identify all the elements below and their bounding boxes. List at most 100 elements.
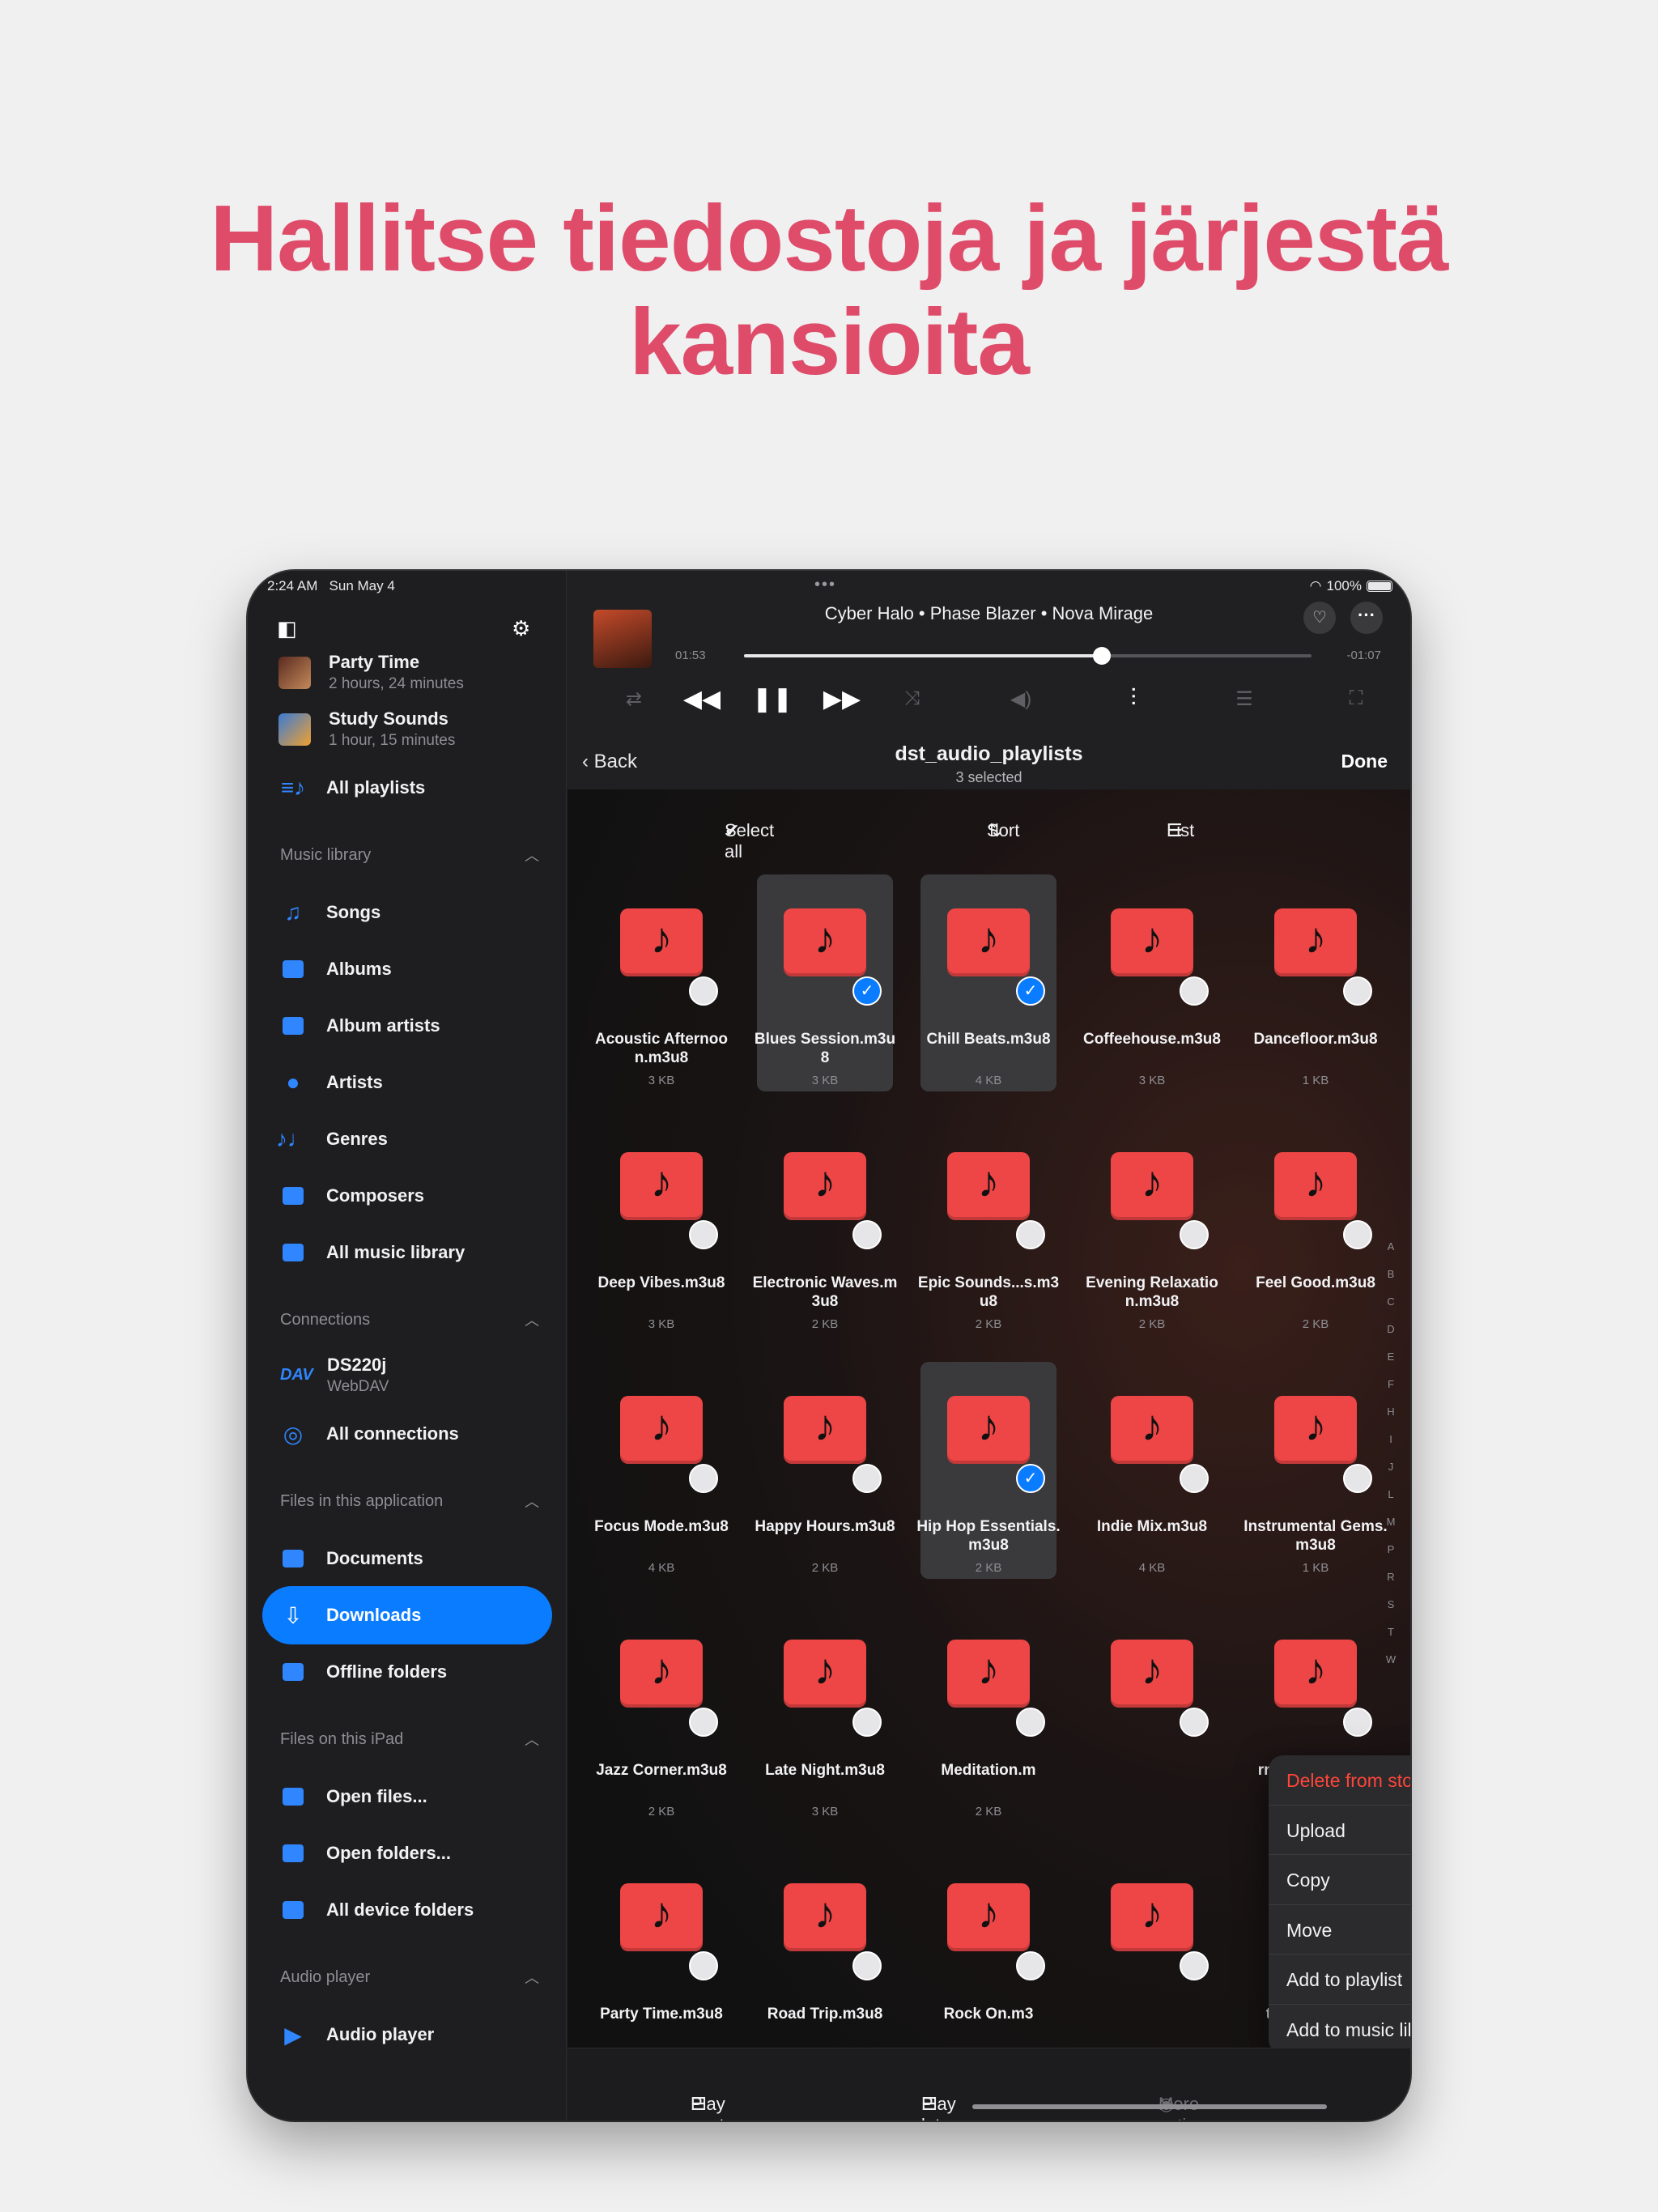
selection-circle[interactable] (1016, 1951, 1045, 1980)
section-audio-player[interactable]: Audio player ︿ (280, 1968, 539, 1987)
sidebar-item-downloads[interactable]: ⇩ Downloads (262, 1586, 552, 1644)
sidebar-item-audio-player[interactable]: ▶ Audio player (248, 2010, 567, 2059)
index-letter[interactable]: B (1383, 1261, 1399, 1288)
playlist-party-time[interactable]: Party Time 2 hours, 24 minutes (278, 652, 464, 693)
selection-circle[interactable] (852, 1951, 882, 1980)
menu-item-upload[interactable]: Upload⇪ (1269, 1806, 1410, 1855)
index-letter[interactable]: E (1383, 1343, 1399, 1371)
file-tile[interactable]: ♪ Rock On.m3 (920, 1849, 1056, 2066)
sidebar-item-open-folders[interactable]: Open folders... (248, 1829, 567, 1878)
sidebar-item-albums[interactable]: Albums (248, 945, 567, 993)
file-tile[interactable]: ♪ (1084, 1849, 1220, 2066)
file-tile[interactable]: ♪ Meditation.m 2 KB (920, 1606, 1056, 1823)
sidebar-item-offline-folders[interactable]: Offline folders (248, 1648, 567, 1696)
selection-circle[interactable] (852, 1220, 882, 1249)
file-tile[interactable]: ♪ Happy Hours.m3u8 2 KB (755, 1362, 895, 1579)
selection-circle[interactable] (852, 1464, 882, 1493)
index-letter[interactable]: P (1383, 1536, 1399, 1563)
selection-circle[interactable] (1343, 1464, 1372, 1493)
file-tile[interactable]: ♪ Acoustic Afternoon.m3u8 3 KB (593, 874, 729, 1091)
shuffle-icon[interactable]: ⤨ (888, 681, 937, 717)
selection-circle[interactable] (1180, 1464, 1209, 1493)
index-letter[interactable]: W (1383, 1646, 1399, 1674)
file-tile[interactable]: ♪ Deep Vibes.m3u8 3 KB (593, 1118, 729, 1335)
index-letter[interactable]: S (1383, 1591, 1399, 1619)
done-button[interactable]: Done (1341, 751, 1388, 772)
connection-ds220j[interactable]: DAV DS220j WebDAV (280, 1355, 389, 1396)
file-tile[interactable]: ♪ ✓ Hip Hop Essentials.m3u8 2 KB (916, 1362, 1061, 1579)
selection-circle[interactable] (1343, 1708, 1372, 1737)
sidebar-item-album-artists[interactable]: Album artists (248, 1002, 567, 1050)
file-tile[interactable]: ♪ Party Time.m3u8 (593, 1849, 729, 2066)
volume-icon[interactable]: ◀) (997, 681, 1045, 717)
sidebar-item-songs[interactable]: ♫ Songs (248, 888, 567, 937)
index-letter[interactable]: M (1383, 1508, 1399, 1536)
sidebar-item-composers[interactable]: Composers (248, 1172, 567, 1220)
file-tile[interactable]: ♪ Instrumental Gems.m3u8 1 KB (1244, 1362, 1388, 1579)
selection-circle[interactable] (1016, 1220, 1045, 1249)
pause-icon[interactable]: ❚❚ (748, 681, 797, 717)
index-letter[interactable]: H (1383, 1398, 1399, 1426)
file-tile[interactable]: ♪ Dancefloor.m3u8 1 KB (1248, 874, 1384, 1091)
sidebar-item-genres[interactable]: ♪♩ Genres (248, 1115, 567, 1163)
index-letter[interactable]: F (1383, 1371, 1399, 1398)
sidebar-item-all-playlists[interactable]: ≡♪ All playlists (248, 764, 567, 812)
section-music-library[interactable]: Music library ︿ (280, 846, 539, 865)
checkmark-icon[interactable]: ✓ (1016, 976, 1045, 1006)
file-tile[interactable]: ♪ Feel Good.m3u8 2 KB (1248, 1118, 1384, 1335)
selection-circle[interactable] (689, 976, 718, 1006)
equalizer-icon[interactable]: ⫶ (1109, 681, 1158, 717)
fullscreen-icon[interactable]: ⛶ (1332, 681, 1380, 717)
fast-forward-icon[interactable]: ▶▶ (818, 681, 866, 717)
multitask-dots-icon[interactable]: ••• (814, 576, 836, 594)
index-letter[interactable]: C (1383, 1288, 1399, 1316)
repeat-icon[interactable]: ⇄ (610, 681, 658, 717)
selection-circle[interactable] (689, 1220, 718, 1249)
selection-circle[interactable] (1016, 1708, 1045, 1737)
file-tile[interactable]: ♪ Road Trip.m3u8 (757, 1849, 893, 2066)
progress-slider[interactable] (744, 647, 1312, 665)
selection-circle[interactable] (689, 1951, 718, 1980)
menu-item-move[interactable]: Move⇥ (1269, 1905, 1410, 1955)
selection-circle[interactable] (1180, 976, 1209, 1006)
now-playing-title[interactable]: Cyber Halo • Phase Blazer • Nova Mirage (568, 603, 1410, 624)
index-letter[interactable]: I (1383, 1426, 1399, 1453)
section-files-ipad[interactable]: Files on this iPad ︿ (280, 1730, 539, 1749)
index-letter[interactable]: L (1383, 1481, 1399, 1508)
menu-item-delete-from-storage[interactable]: Delete from storage🗑 (1269, 1755, 1410, 1806)
file-tile[interactable]: ♪ ✓ Blues Session.m3u8 3 KB (755, 874, 895, 1091)
selection-circle[interactable] (1343, 976, 1372, 1006)
sidebar-item-artists[interactable]: ● Artists (248, 1058, 567, 1107)
file-tile[interactable]: ♪ (1084, 1606, 1220, 1823)
progress-knob[interactable] (1092, 647, 1111, 665)
file-tile[interactable]: ♪ Late Night.m3u8 3 KB (757, 1606, 893, 1823)
alphabet-index[interactable]: ABCDEFHIJLMPRSTW (1383, 1233, 1399, 1674)
selection-circle[interactable] (1180, 1708, 1209, 1737)
file-tile[interactable]: ♪ Jazz Corner.m3u8 2 KB (593, 1606, 729, 1823)
selection-circle[interactable] (852, 1708, 882, 1737)
sidebar-item-all-connections[interactable]: ◎ All connections (248, 1410, 567, 1458)
sidebar-item-documents[interactable]: Documents (248, 1534, 567, 1583)
section-connections[interactable]: Connections ︿ (280, 1311, 539, 1329)
heart-icon[interactable]: ♡ (1303, 602, 1336, 634)
index-letter[interactable]: D (1383, 1316, 1399, 1343)
file-tile[interactable]: ♪ Indie Mix.m3u8 4 KB (1084, 1362, 1220, 1579)
rewind-icon[interactable]: ◀◀ (678, 681, 726, 717)
menu-item-add-to-playlist[interactable]: Add to playlist≡+ (1269, 1955, 1410, 2005)
selection-circle[interactable] (1180, 1220, 1209, 1249)
selection-circle[interactable] (689, 1464, 718, 1493)
index-letter[interactable]: R (1383, 1563, 1399, 1591)
menu-item-add-to-music-library[interactable]: Add to music library▣+ (1269, 2005, 1410, 2055)
sidebar-toggle-icon[interactable]: ◧ (277, 616, 297, 641)
index-letter[interactable]: T (1383, 1619, 1399, 1646)
file-tile[interactable]: ♪ ✓ Chill Beats.m3u8 4 KB (920, 874, 1056, 1091)
file-tile[interactable]: ♪ Coffeehouse.m3u8 3 KB (1083, 874, 1221, 1091)
index-letter[interactable]: A (1383, 1233, 1399, 1261)
selection-circle[interactable] (689, 1708, 718, 1737)
sidebar-item-all-device-folders[interactable]: All device folders (248, 1886, 567, 1934)
checkmark-icon[interactable]: ✓ (1016, 1464, 1045, 1493)
checkmark-icon[interactable]: ✓ (852, 976, 882, 1006)
file-tile[interactable]: ♪ Evening Relaxation.m3u8 2 KB (1084, 1118, 1220, 1335)
sidebar-item-open-files[interactable]: Open files... (248, 1772, 567, 1821)
sidebar-item-all-music-library[interactable]: All music library (248, 1228, 567, 1277)
